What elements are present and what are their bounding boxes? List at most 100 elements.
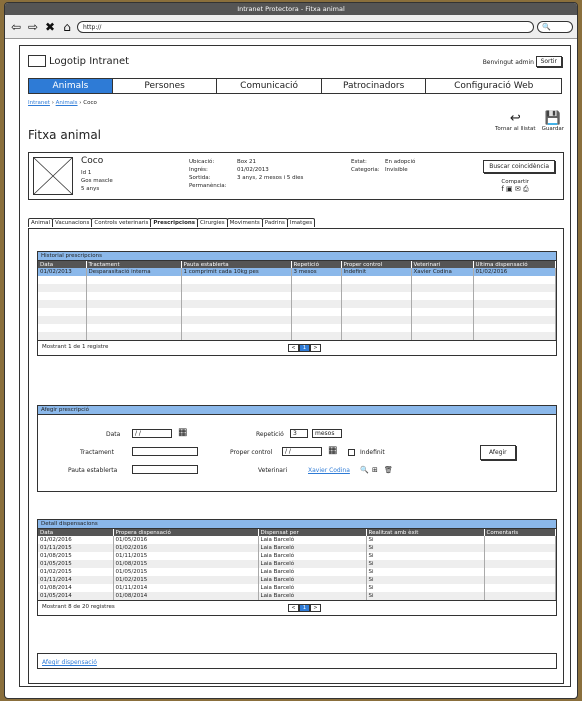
empty-row (38, 300, 556, 308)
table-cell: 01/11/2015 (113, 552, 259, 560)
next-control-input[interactable]: / / (282, 447, 322, 456)
column-header[interactable]: Ultima dispensació (473, 261, 556, 268)
table-cell: 01/05/2015 (113, 568, 259, 576)
tab-moviments[interactable]: Moviments (226, 218, 263, 227)
table-row[interactable]: 01/02/2016 01/05/2016 Laia Barceló Si (38, 536, 556, 544)
repeat-unit-select[interactable]: mesos (312, 429, 342, 438)
tab-controls-veterinaris[interactable]: Controls veterinaris (91, 218, 152, 227)
table-cell: Indefinit (341, 268, 412, 276)
table-row[interactable]: 01/11/2015 01/02/2016 Laia Barceló Si (38, 544, 556, 552)
pager-next[interactable]: > (310, 604, 321, 612)
table-cell: 01/08/2015 (38, 552, 114, 560)
empty-row (38, 324, 556, 332)
share-icons[interactable]: f ▣ ✉ ⎙ (501, 185, 529, 194)
nav-configuracio-web[interactable]: Configuració Web (426, 79, 561, 93)
table-cell: 01/02/2013 (38, 268, 87, 276)
pager-page[interactable]: 1 (299, 604, 310, 612)
tab-vacunacions[interactable]: Vacunacions (52, 218, 93, 227)
column-header[interactable]: Dispensat per (258, 529, 367, 536)
calendar-icon[interactable]: ▦ (178, 428, 187, 438)
window-title: Intranet Protectora - Fitxa animal (5, 3, 577, 15)
column-header[interactable]: Veterinari (411, 261, 474, 268)
repeat-stepper[interactable]: 3 (290, 429, 308, 438)
tab-animal[interactable]: Animal (28, 218, 54, 227)
tab-panel-prescripcions: Historial prescripcions Data Tractament … (28, 228, 564, 684)
tab-cirurgies[interactable]: Cirurgies (197, 218, 228, 227)
table-cell (484, 560, 556, 568)
column-header[interactable]: Propera dispensació (113, 529, 259, 536)
table-row[interactable]: 01/05/2015 01/08/2015 Laia Barceló Si (38, 560, 556, 568)
back-to-list-button[interactable]: ↩ Tornar al llistat (495, 112, 536, 133)
nav-animals[interactable]: Animals (29, 79, 113, 93)
date-input[interactable]: / / (132, 429, 172, 438)
vet-link[interactable]: Xavier Codina (308, 467, 350, 474)
table-row[interactable]: 01/05/2014 01/08/2014 Laia Barceló Si (38, 592, 556, 600)
pager-page[interactable]: 1 (299, 344, 310, 352)
save-label: Guardar (541, 126, 564, 132)
add-prescription-title: Afegir prescripció (38, 406, 556, 415)
table-cell: Desparasitació interna (86, 268, 182, 276)
pager-prev[interactable]: < (288, 344, 299, 352)
table-row[interactable]: 01/08/2014 01/11/2014 Laia Barceló Si (38, 584, 556, 592)
add-dispensation-link[interactable]: Afegir dispensació (42, 659, 97, 666)
nav-persones[interactable]: Persones (113, 79, 218, 93)
table-cell: Laia Barceló (258, 584, 367, 592)
tab-prescripcions[interactable]: Prescripcions (150, 218, 199, 227)
column-header[interactable]: Proper control (341, 261, 412, 268)
search-icon[interactable]: 🔍 (360, 466, 369, 474)
add-icon[interactable]: ⊞ (372, 466, 378, 474)
forward-arrow-icon[interactable]: ⇨ (26, 20, 40, 34)
historial-title: Historial prescripcions (38, 252, 556, 261)
breadcrumb-animals[interactable]: Animals (56, 100, 78, 106)
table-cell: 01/11/2015 (38, 544, 114, 552)
add-button[interactable]: Afegir (480, 445, 516, 460)
pager-next[interactable]: > (310, 344, 321, 352)
nav-comunicacio[interactable]: Comunicació (217, 79, 322, 93)
stop-icon[interactable]: ✖ (43, 20, 57, 34)
empty-row (38, 332, 556, 340)
table-row[interactable]: 01/02/2015 01/05/2015 Laia Barceló Si (38, 568, 556, 576)
dosage-input[interactable] (132, 465, 198, 474)
table-cell (484, 544, 556, 552)
table-cell: Si (366, 584, 485, 592)
tab-padrins[interactable]: Padrins (261, 218, 288, 227)
tab-imatges[interactable]: Imatges (286, 218, 316, 227)
table-cell: Si (366, 536, 485, 544)
url-bar[interactable]: http:// (77, 20, 534, 33)
column-header[interactable]: Pauta establerta (181, 261, 292, 268)
pager-prev[interactable]: < (288, 604, 299, 612)
browser-search-box[interactable]: 🔍 (537, 20, 573, 33)
date-label: Data (106, 431, 121, 438)
find-match-button[interactable]: Buscar coincidència (483, 160, 555, 173)
nav-patrocinadors[interactable]: Patrocinadors (322, 79, 427, 93)
table-row[interactable]: 01/02/2013 Desparasitació interna 1 comp… (38, 268, 556, 276)
sortida-label: Sortida: (189, 175, 211, 181)
save-button[interactable]: 💾 Guardar (541, 112, 564, 133)
indefinite-checkbox[interactable] (348, 449, 355, 456)
table-cell: Laia Barceló (258, 560, 367, 568)
table-cell: 1 comprimit cada 10kg pes (181, 268, 292, 276)
animal-photo-placeholder (33, 157, 73, 195)
table-cell (484, 568, 556, 576)
table-row[interactable]: 01/11/2014 01/02/2015 Laia Barceló Si (38, 576, 556, 584)
table-cell: Laia Barceló (258, 544, 367, 552)
back-arrow-icon[interactable]: ⇦ (9, 20, 23, 34)
column-header[interactable]: Data (38, 529, 114, 536)
animal-name: Coco (81, 156, 104, 166)
breadcrumb-current: Coco (83, 100, 97, 106)
column-header[interactable]: Tractament (86, 261, 182, 268)
table-cell: 01/08/2014 (38, 584, 114, 592)
column-header[interactable]: Comentaris (484, 529, 556, 536)
table-cell: Laia Barceló (258, 592, 367, 600)
calendar-icon[interactable]: ▦ (328, 446, 337, 456)
trash-icon[interactable]: 🗑 (384, 466, 393, 474)
home-icon[interactable]: ⌂ (60, 20, 74, 34)
categoria-label: Categoria: (351, 167, 380, 173)
column-header[interactable]: Repetició (291, 261, 342, 268)
breadcrumb-intranet[interactable]: Intranet (28, 100, 50, 106)
treatment-input[interactable] (132, 447, 198, 456)
column-header[interactable]: Data (38, 261, 87, 268)
column-header[interactable]: Realitzat amb èxit (366, 529, 485, 536)
logout-button[interactable]: Sortir (535, 56, 562, 67)
table-row[interactable]: 01/08/2015 01/11/2015 Laia Barceló Si (38, 552, 556, 560)
